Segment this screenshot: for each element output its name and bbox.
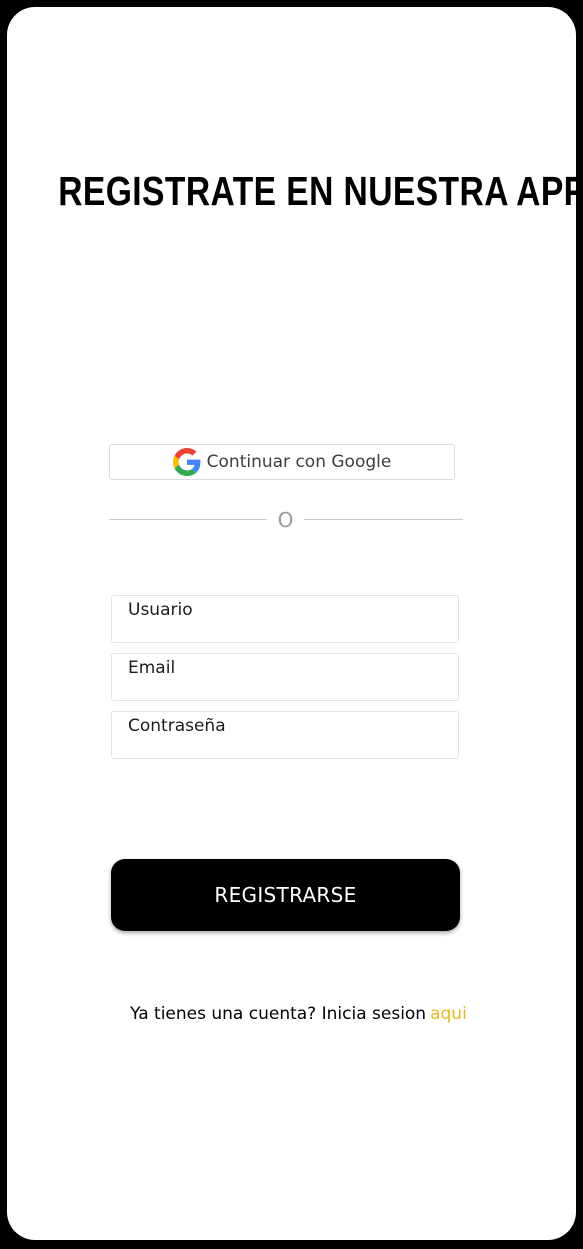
divider-line-right [304,519,463,520]
google-g-icon [172,448,201,476]
register-button[interactable]: REGISTRARSE [111,859,460,931]
username-field-container [111,595,459,643]
username-input[interactable] [112,596,458,642]
email-input[interactable] [112,654,458,700]
login-prompt-text: Ya tienes una cuenta? Inicia sesion [130,1004,427,1024]
divider-line-left [109,519,267,520]
email-field-container [111,653,459,701]
password-input[interactable] [112,712,458,758]
login-link[interactable]: aqui [430,1004,467,1024]
phone-screen: REGISTRATE EN NUESTRA APP Continuar con … [7,7,576,1240]
google-signin-button[interactable]: Continuar con Google [109,444,455,480]
login-prompt: Ya tienes una cuenta? Inicia sesion aqui [7,1004,576,1024]
divider-text: O [277,508,294,532]
password-field-container [111,711,459,759]
or-divider: O [109,507,463,533]
google-signin-label: Continuar con Google [206,452,392,472]
page-title: REGISTRATE EN NUESTRA APP [58,168,576,214]
